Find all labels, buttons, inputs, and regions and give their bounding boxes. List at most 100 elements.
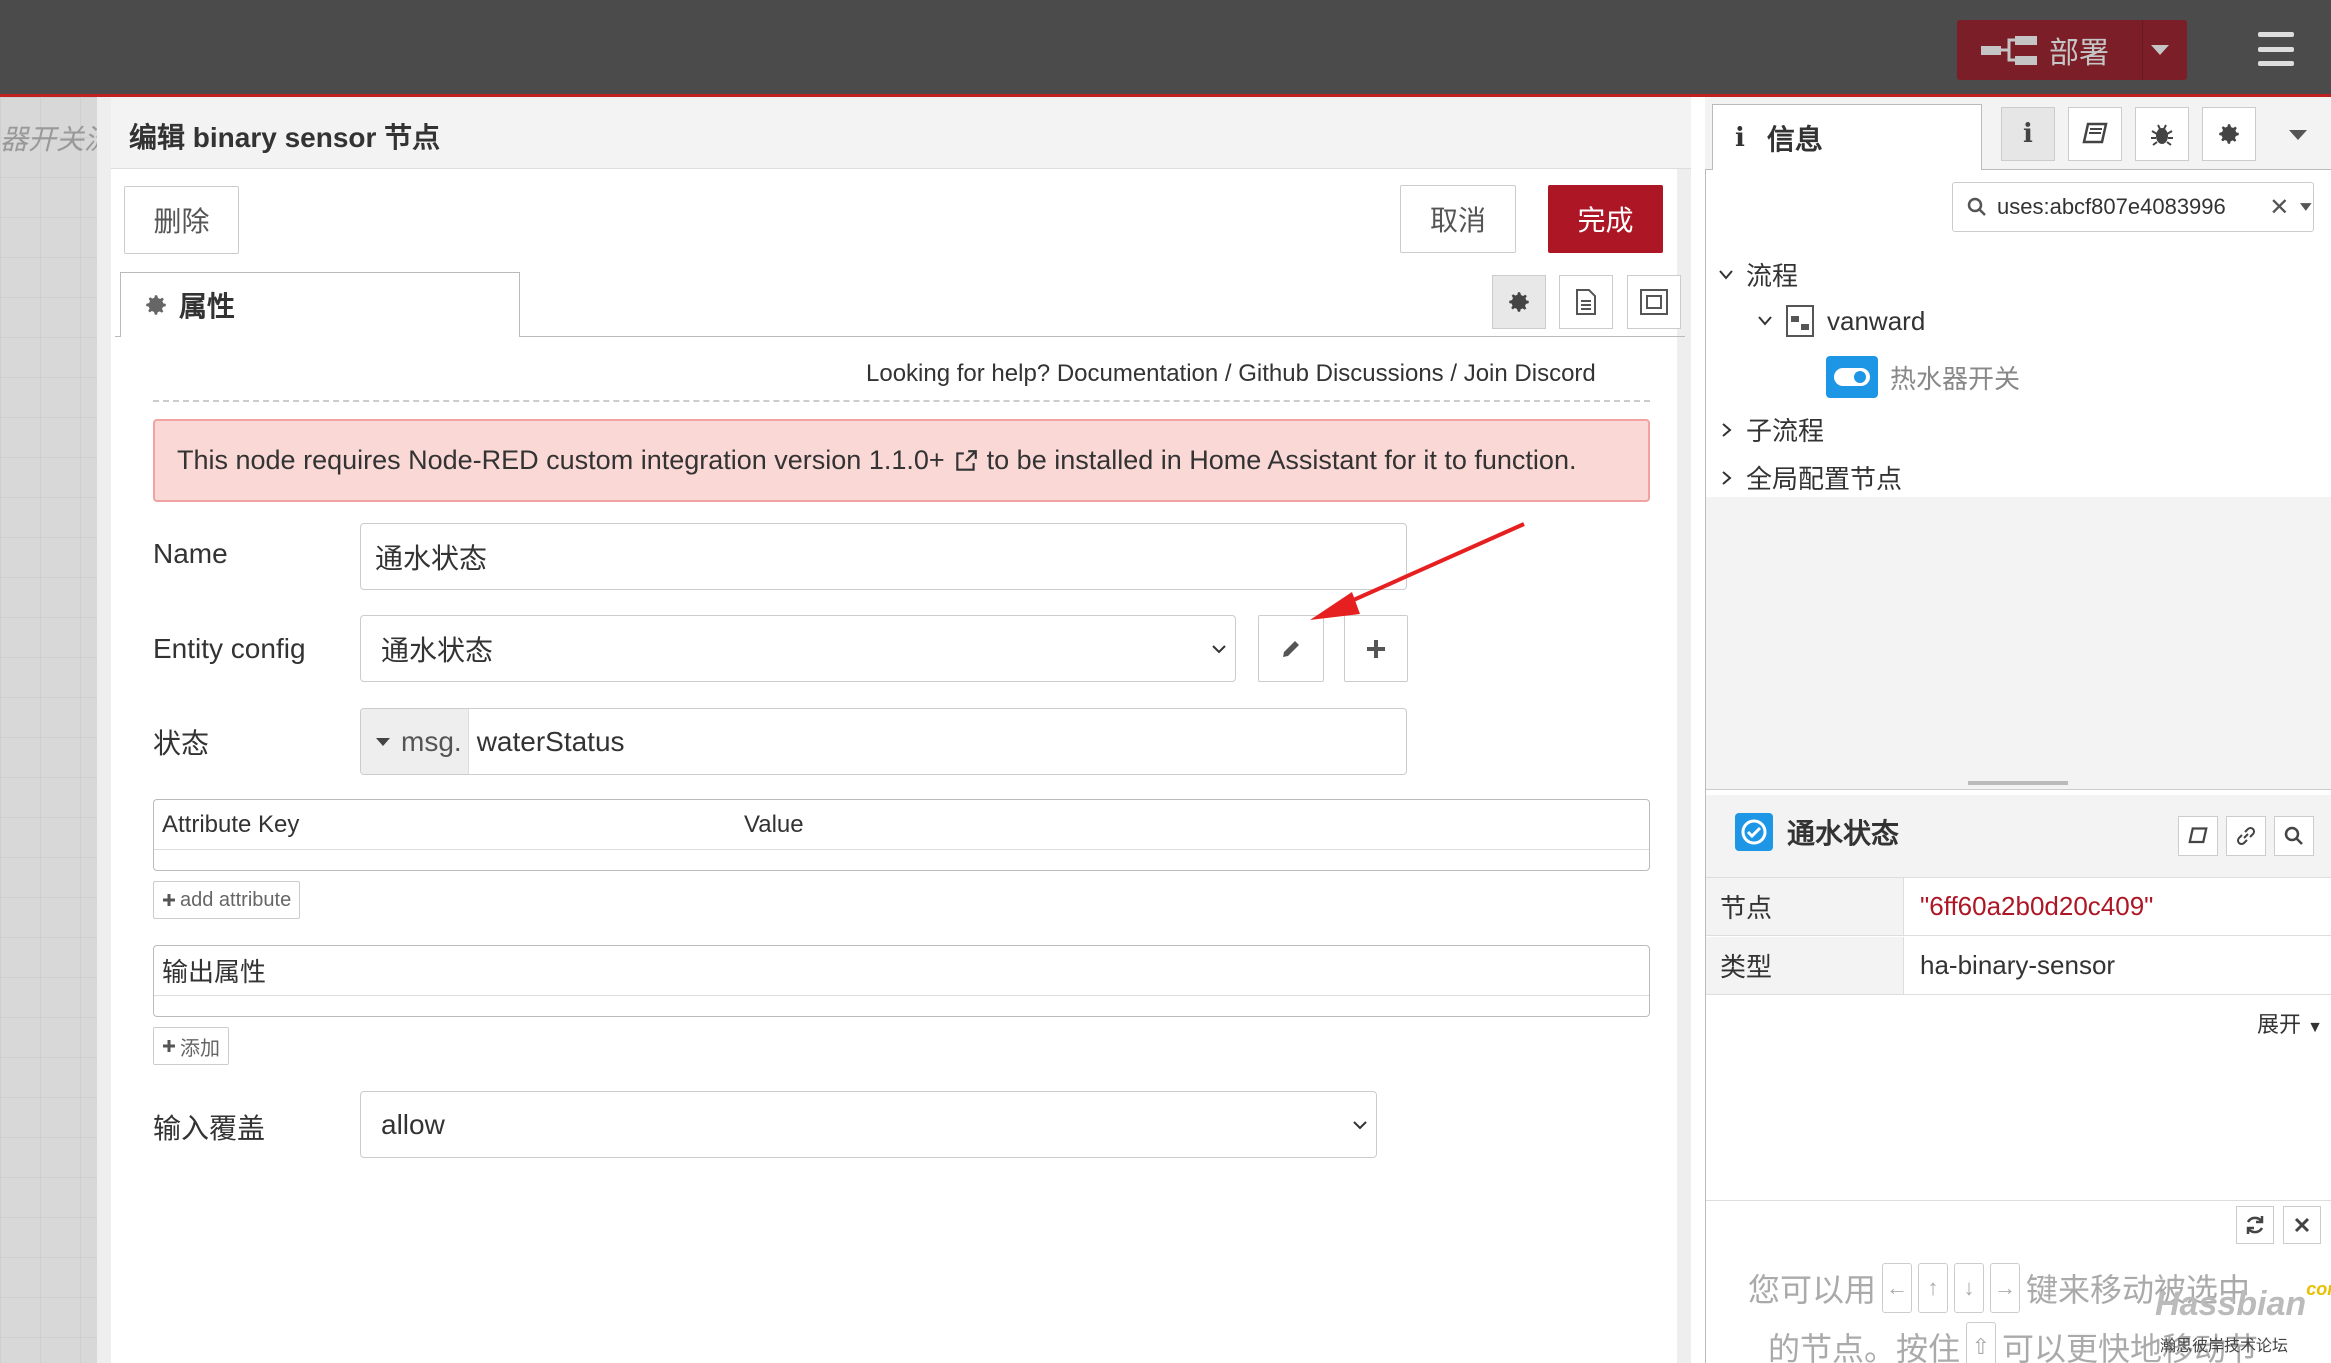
divider [153, 400, 1650, 402]
frame-icon [1640, 289, 1668, 315]
book-icon [2082, 122, 2108, 144]
done-button[interactable]: 完成 [1548, 185, 1663, 253]
join-discord-link[interactable]: Join Discord [1464, 360, 1596, 387]
attribute-value-header: Value [744, 810, 804, 838]
output-properties-table: 输出属性 [153, 945, 1650, 1017]
entity-config-select[interactable]: 通水状态 [360, 615, 1236, 682]
main-menu-button[interactable] [2248, 26, 2304, 72]
caret-down-icon[interactable] [2299, 202, 2313, 212]
watermark-logo: Hassbiancom [2155, 1279, 2331, 1323]
sidebar-splitter[interactable] [1706, 780, 2331, 790]
integration-warning: This node requires Node-RED custom integ… [153, 419, 1650, 502]
link-icon [2236, 826, 2256, 846]
state-typed-input[interactable]: msg. waterStatus [360, 708, 1407, 775]
info-icon: i [1735, 122, 1745, 153]
add-attribute-button[interactable]: add attribute [153, 881, 301, 919]
node-prop-id: 节点 "6ff60a2b0d20c409" [1706, 878, 2331, 936]
node-search-button[interactable] [2274, 816, 2314, 856]
workspace-canvas[interactable] [0, 97, 100, 1363]
help-prefix: Looking for help? [866, 360, 1051, 387]
state-label: 状态 [153, 728, 210, 759]
chevron-down-icon[interactable] [2149, 42, 2171, 58]
sidebar-tab-info[interactable]: i 信息 [1712, 104, 1982, 170]
shift-key-icon: ⇧ [1966, 1322, 1997, 1363]
chevron-down-icon [1758, 316, 1772, 326]
arrow-up-key-icon: ↑ [1918, 1263, 1949, 1313]
name-label: Name [153, 538, 228, 569]
chevron-right-icon [1722, 422, 1732, 437]
refresh-tip-button[interactable] [2236, 1206, 2274, 1244]
external-link-icon[interactable] [953, 448, 979, 474]
attributes-header: Attribute Key Value [154, 800, 1649, 850]
chevron-down-icon [1212, 644, 1226, 653]
deploy-label: 部署 [2049, 37, 2109, 70]
tray-title: 编辑 binary sensor 节点 [129, 122, 441, 153]
refresh-icon [2246, 1216, 2264, 1234]
node-type-icon [1735, 813, 1773, 851]
pencil-icon [1283, 640, 1299, 657]
node-help-button[interactable] [2178, 816, 2218, 856]
workspace-tab-label[interactable]: 器开关流 [0, 118, 100, 158]
attributes-table: Attribute Key Value [153, 799, 1650, 871]
documentation-link[interactable]: Documentation [1057, 360, 1218, 387]
hamburger-icon-bar [2258, 32, 2294, 37]
node-link-button[interactable] [2226, 816, 2266, 856]
help-links: Looking for help? Documentation / Github… [866, 360, 1596, 387]
node-settings-tab[interactable] [1492, 275, 1546, 329]
name-input[interactable]: 通水状态 [360, 523, 1407, 590]
toggle-icon [1826, 356, 1878, 398]
gear-icon [2219, 124, 2239, 144]
deploy-icon [1981, 36, 2037, 65]
type-selector[interactable]: msg. [361, 709, 469, 774]
flow-icon [1786, 305, 1814, 337]
gear-icon [1509, 292, 1529, 312]
add-output-button[interactable]: 添加 [153, 1027, 229, 1065]
node-info-title: 通水状态 [1735, 812, 1899, 852]
chevron-down-icon [1353, 1120, 1367, 1129]
arrow-left-key-icon: ← [1882, 1263, 1913, 1313]
info-tab-button[interactable]: i [2001, 107, 2055, 161]
state-value[interactable]: waterStatus [469, 726, 625, 758]
annotation-arrow-icon [1310, 522, 1525, 620]
input-override-label: 输入覆盖 [153, 1113, 266, 1144]
caret-down-icon[interactable] [2288, 129, 2308, 141]
bug-icon [2151, 124, 2173, 146]
caret-down-icon: ▼ [2307, 1019, 2323, 1036]
chevron-down-icon [1719, 269, 1733, 280]
tab-properties[interactable]: 属性 [120, 272, 520, 337]
deploy-button[interactable]: 部署 [1957, 20, 2187, 80]
attribute-key-header: Attribute Key [162, 810, 300, 838]
expand-toggle[interactable]: 展开 ▼ [2257, 1007, 2323, 1039]
github-discussions-link[interactable]: Github Discussions [1238, 360, 1443, 387]
delete-button[interactable]: 删除 [124, 186, 239, 254]
clear-icon[interactable]: ✕ [2269, 193, 2289, 222]
search-icon [1967, 197, 1986, 216]
caret-down-icon [376, 737, 390, 746]
entity-config-label: Entity config [153, 633, 306, 664]
tree-node-switch[interactable]: 热水器开关 [1826, 356, 2020, 398]
node-appearance-tab[interactable] [1627, 275, 1681, 329]
info-icon: i [2023, 119, 2033, 149]
watermark-subtitle: 瀚思彼岸技术论坛 [2160, 1338, 2289, 1355]
node-prop-type: 类型 ha-binary-sensor [1706, 937, 2331, 995]
debug-tab-button[interactable] [2135, 107, 2189, 161]
cancel-button[interactable]: 取消 [1400, 185, 1516, 253]
tree-subflows[interactable]: 子流程 [1718, 411, 1824, 448]
arrow-right-key-icon: → [1990, 1263, 2021, 1313]
tree-flow-vanward[interactable]: vanward [1757, 304, 1925, 338]
tree-flows[interactable]: 流程 [1718, 256, 1798, 293]
input-override-select[interactable]: allow [360, 1091, 1377, 1158]
config-tab-button[interactable] [2202, 107, 2256, 161]
help-tab-button[interactable] [2068, 107, 2122, 161]
search-icon [2284, 826, 2303, 845]
plus-icon [1367, 639, 1385, 658]
sidebar-search-input[interactable]: uses:abcf807e4083996 ✕ [1952, 182, 2314, 232]
tree-config-nodes[interactable]: 全局配置节点 [1718, 459, 1902, 496]
close-icon [2294, 1217, 2310, 1233]
arrow-down-key-icon: ↓ [1954, 1263, 1985, 1313]
chevron-right-icon [1722, 470, 1732, 485]
node-description-tab[interactable] [1559, 275, 1613, 329]
book-icon [2188, 827, 2208, 844]
close-tip-button[interactable] [2283, 1206, 2321, 1244]
document-icon [1576, 289, 1596, 315]
